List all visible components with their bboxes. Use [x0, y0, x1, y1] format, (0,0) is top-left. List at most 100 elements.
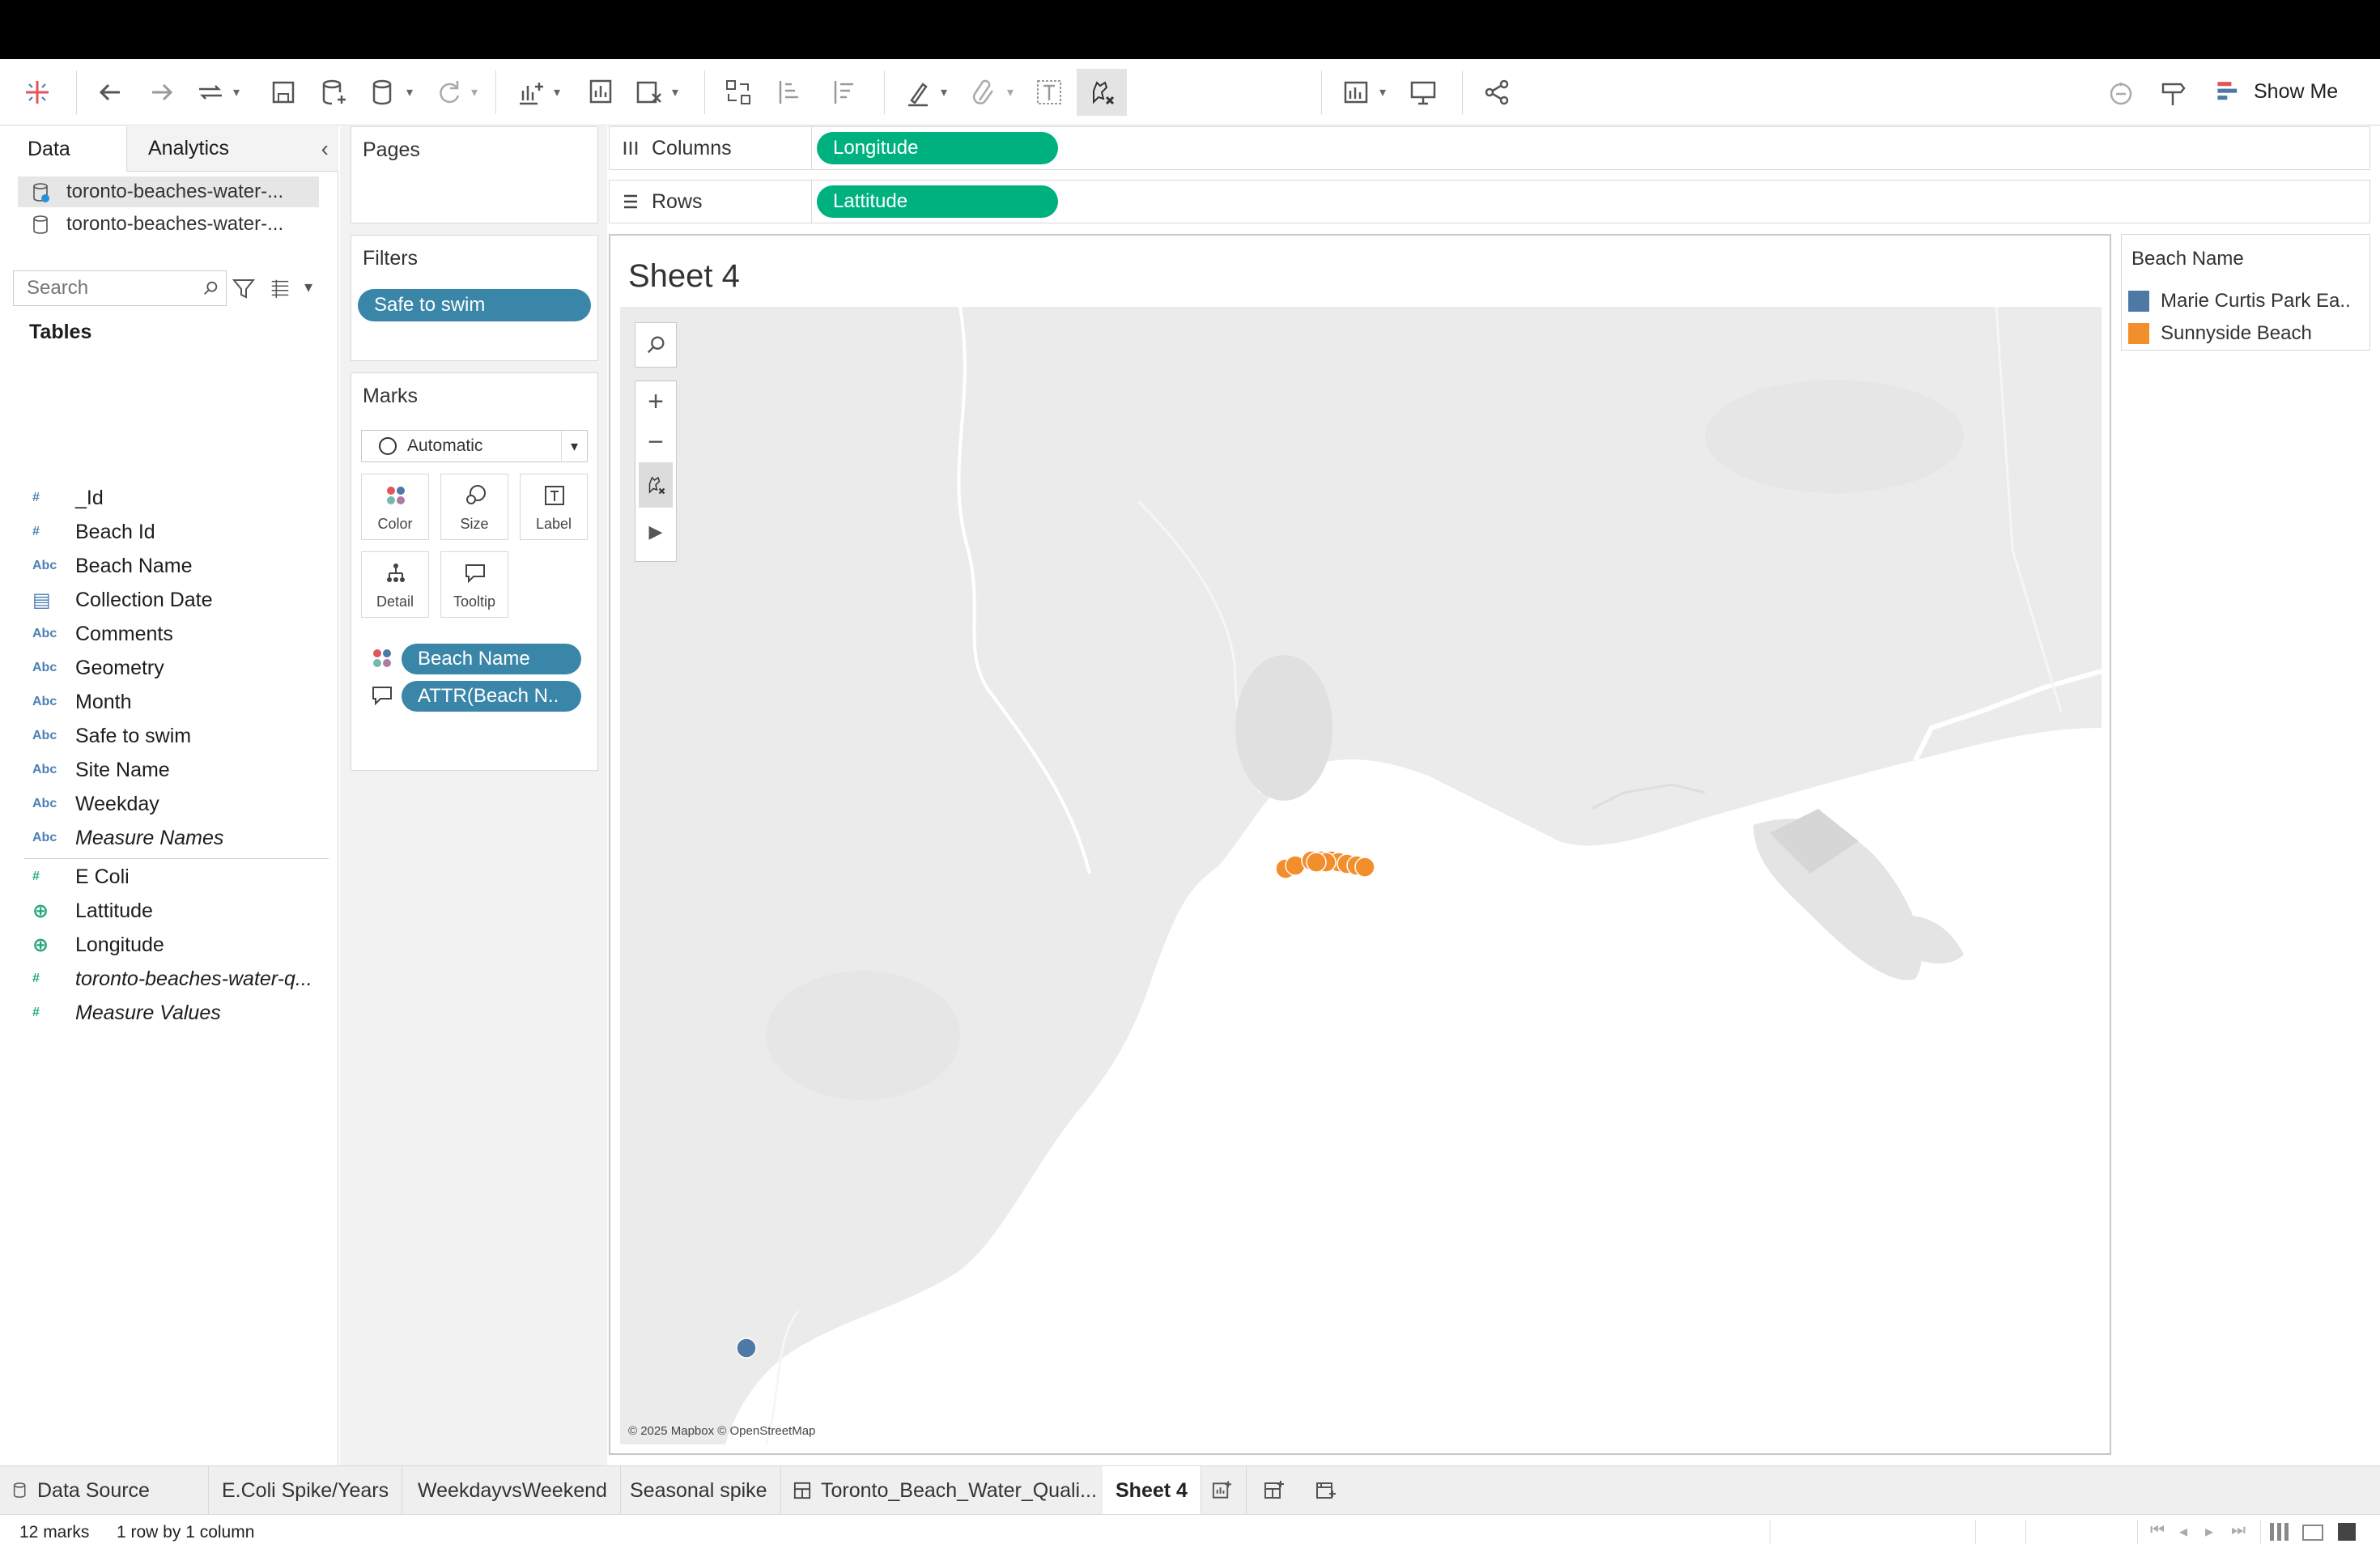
tab-weekday-weekend[interactable]: WeekdayvsWeekend [405, 1466, 621, 1515]
marks-count: 12 marks [19, 1523, 90, 1542]
pages-card[interactable]: Pages [351, 126, 598, 223]
map-search-button[interactable] [635, 322, 677, 368]
refresh-icon[interactable]: ▾ [432, 74, 478, 111]
new-story-tab-button[interactable] [1302, 1466, 1350, 1515]
swap-axes-icon[interactable] [722, 74, 754, 111]
tabs-view-icon[interactable] [2338, 1523, 2356, 1541]
highlight-icon[interactable]: ▾ [902, 74, 947, 111]
field-item[interactable]: Abc Weekday [0, 787, 332, 821]
search-icon[interactable] [202, 279, 219, 297]
tab-analytics[interactable]: Analytics ‹ [126, 126, 338, 172]
beach-mark[interactable] [736, 1337, 757, 1359]
field-item[interactable]: Abc Site Name [0, 753, 332, 787]
field-item[interactable]: ⊕ Lattitude [0, 894, 332, 928]
show-me-label: Show Me [2254, 79, 2339, 103]
detail-button[interactable]: Detail [361, 551, 429, 618]
pause-updates-icon[interactable]: ▾ [368, 74, 413, 111]
field-item[interactable]: Abc Safe to swim [0, 719, 332, 753]
longitude-pill[interactable]: Longitude [817, 132, 1058, 164]
last-page-icon[interactable]: ⏭ [2231, 1521, 2246, 1540]
redo-icon[interactable] [146, 74, 178, 111]
redirect-icon[interactable]: ▾ [194, 74, 240, 111]
save-icon[interactable] [267, 74, 300, 111]
first-page-icon[interactable]: ⏮ [2150, 1521, 2165, 1540]
beach-mark[interactable] [1306, 852, 1327, 873]
view-as-list-icon[interactable] [269, 277, 291, 300]
zoom-out-button[interactable]: − [648, 422, 664, 462]
field-item[interactable]: ⊕ Longitude [0, 928, 332, 962]
ask-data-icon[interactable] [2105, 74, 2137, 111]
expand-toolbar-button[interactable]: ▶ [649, 508, 663, 556]
field-item[interactable]: # Measure Values [0, 996, 332, 1030]
field-item[interactable]: # _Id [0, 481, 332, 515]
field-item[interactable]: # Beach Id [0, 515, 332, 549]
undo-icon[interactable] [94, 74, 126, 111]
filmstrip-icon[interactable] [2302, 1525, 2323, 1541]
previous-page-icon[interactable]: ◂ [2179, 1521, 2187, 1542]
columns-shelf[interactable]: Columns Longitude [609, 126, 2370, 170]
filters-card[interactable]: Filters Safe to swim [351, 235, 598, 361]
new-dashboard-tab-button[interactable] [1250, 1466, 1298, 1515]
rows-shelf[interactable]: Rows Lattitude [609, 180, 2370, 223]
zoom-in-button[interactable]: + [648, 381, 664, 422]
signpost-icon[interactable] [2157, 74, 2189, 111]
number-type-icon: # [32, 525, 40, 538]
filter-pill[interactable]: Safe to swim [358, 289, 591, 321]
tab-seasonal-spike[interactable]: Seasonal spike [617, 1466, 781, 1515]
beach-name-color-pill[interactable]: Beach Name [402, 644, 581, 674]
tab-data-source[interactable]: Data Source [0, 1466, 209, 1515]
legend-item[interactable]: Marie Curtis Park Ea.. [2128, 287, 2351, 316]
next-page-icon[interactable]: ▸ [2205, 1521, 2213, 1542]
duplicate-sheet-icon[interactable] [584, 74, 617, 111]
group-members-icon[interactable]: ▾ [968, 74, 1014, 111]
tableau-logo-icon[interactable] [21, 74, 53, 111]
pan-select-button[interactable] [639, 462, 673, 508]
filter-icon[interactable] [232, 277, 256, 301]
clear-sheet-icon[interactable]: ▾ [633, 74, 678, 111]
new-worksheet-tab-button[interactable] [1198, 1466, 1247, 1515]
field-item[interactable]: Abc Beach Name [0, 549, 332, 583]
field-item[interactable]: Abc Comments [0, 617, 332, 651]
sheet-sorter-icon[interactable] [2270, 1523, 2289, 1541]
color-button[interactable]: Color [361, 474, 429, 540]
tab-ecoli-spike[interactable]: E.Coli Spike/Years [209, 1466, 403, 1515]
data-pane: Data Analytics ‹ toronto-beaches-water-..… [0, 126, 338, 1465]
window-top-bar [0, 0, 2380, 59]
field-item[interactable]: # E Coli [0, 860, 332, 894]
field-name: Site Name [75, 758, 170, 781]
sort-ascending-icon[interactable] [774, 74, 806, 111]
field-item[interactable]: # toronto-beaches-water-q... [0, 962, 332, 996]
mark-type-dropdown[interactable]: Automatic ▾ [361, 430, 588, 462]
field-item[interactable]: Abc Measure Names [0, 821, 332, 855]
tab-data[interactable]: Data [0, 126, 126, 172]
field-name: Longitude [75, 933, 164, 956]
attr-beach-tooltip-pill[interactable]: ATTR(Beach N.. [402, 681, 581, 712]
field-item[interactable]: Abc Month [0, 685, 332, 719]
size-button[interactable]: Size [440, 474, 508, 540]
new-datasource-icon[interactable] [317, 74, 350, 111]
tooltip-button[interactable]: Tooltip [440, 551, 508, 618]
presentation-mode-icon[interactable] [1407, 74, 1439, 111]
datasource-item[interactable]: toronto-beaches-water-... [18, 176, 319, 207]
show-cards-icon[interactable]: ▾ [1341, 74, 1386, 111]
label-button[interactable]: Label [520, 474, 588, 540]
fix-axes-icon[interactable] [1077, 69, 1127, 116]
field-item[interactable]: Abc Geometry [0, 651, 332, 685]
map-view[interactable]: © 2025 Mapbox © OpenStreetMap [620, 307, 2102, 1444]
new-worksheet-icon[interactable]: ▾ [515, 74, 560, 111]
lattitude-pill[interactable]: Lattitude [817, 185, 1058, 218]
show-me-button[interactable]: Show Me [2215, 71, 2338, 112]
beach-mark[interactable] [1354, 857, 1375, 878]
datasource-item[interactable]: toronto-beaches-water-... [18, 209, 319, 240]
sheet-title[interactable]: Sheet 4 [628, 258, 740, 295]
field-item[interactable]: ▤ Collection Date [0, 583, 332, 617]
collapse-pane-icon[interactable]: ‹ [321, 136, 329, 162]
show-mark-labels-icon[interactable] [1033, 74, 1065, 111]
sort-descending-icon[interactable] [829, 74, 861, 111]
share-icon[interactable] [1481, 74, 1514, 111]
tab-sheet-4[interactable]: Sheet 4 [1103, 1466, 1201, 1515]
legend-item[interactable]: Sunnyside Beach [2128, 319, 2312, 348]
search-input[interactable] [14, 271, 192, 305]
tab-toronto-dashboard[interactable]: Toronto_Beach_Water_Quali... [780, 1466, 1111, 1515]
view-options-caret-icon[interactable]: ▾ [304, 277, 312, 297]
